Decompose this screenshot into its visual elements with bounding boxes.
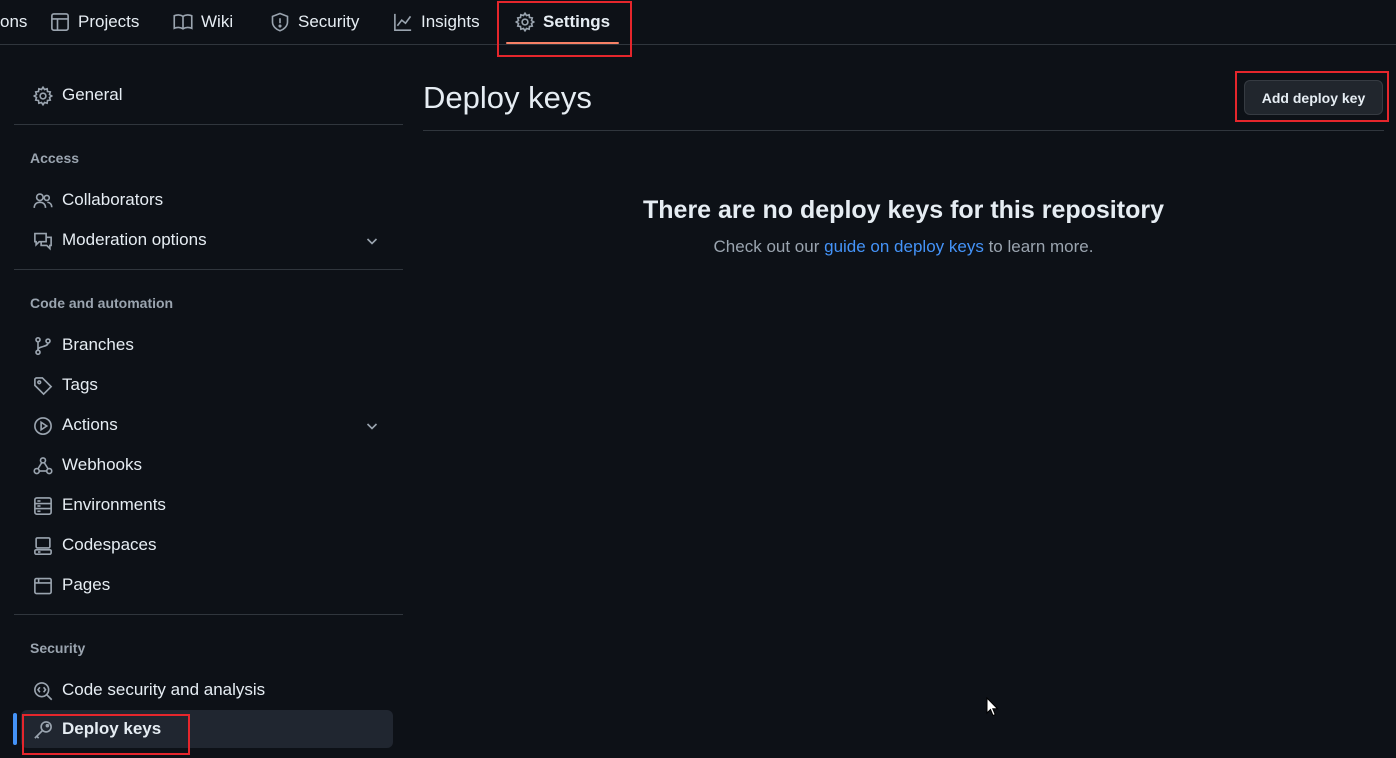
sidebar-heading-access: Access <box>30 150 80 166</box>
tab-label: Settings <box>543 12 611 31</box>
people-icon <box>32 190 53 211</box>
webhook-icon <box>32 455 53 476</box>
repo-nav: ons Projects Wiki Security Insights Sett… <box>0 0 1396 45</box>
gear-icon <box>515 12 535 32</box>
empty-state-title: There are no deploy keys for this reposi… <box>643 196 1164 224</box>
codespaces-icon <box>32 535 53 556</box>
comment-discussion-icon <box>32 230 53 251</box>
sidebar-item-label: Moderation options <box>62 230 207 249</box>
tab-label: Wiki <box>201 12 234 31</box>
codescan-icon <box>32 680 53 701</box>
graph-icon <box>394 13 412 31</box>
tab-wiki[interactable]: Wiki <box>173 0 233 44</box>
sidebar-item-branches[interactable]: Branches <box>14 326 394 364</box>
tab-settings[interactable]: Settings <box>515 0 610 44</box>
sidebar-item-moderation-options[interactable]: Moderation options <box>14 221 394 259</box>
empty-suffix: to learn more. <box>988 237 1094 256</box>
add-deploy-key-button[interactable]: Add deploy key <box>1244 80 1383 115</box>
active-tab-underline <box>506 42 619 44</box>
sidebar-item-label: Environments <box>62 495 166 514</box>
title-divider <box>423 130 1384 131</box>
git-branch-icon <box>32 335 53 356</box>
book-icon <box>173 14 193 30</box>
selected-indicator <box>13 713 17 745</box>
tab-insights[interactable]: Insights <box>393 0 480 44</box>
sidebar-item-label: Codespaces <box>62 535 157 554</box>
play-icon <box>32 415 53 436</box>
sidebar-divider <box>14 269 403 270</box>
browser-icon <box>32 575 53 596</box>
sidebar-item-label: Actions <box>62 415 118 434</box>
sidebar-item-actions[interactable]: Actions <box>14 406 394 444</box>
tab-label: Projects <box>78 12 140 31</box>
sidebar-item-tags[interactable]: Tags <box>14 366 394 404</box>
sidebar-item-label: General <box>62 85 123 104</box>
sidebar-item-label: Deploy keys <box>62 719 162 738</box>
sidebar-item-deploy-keys[interactable]: Deploy keys <box>21 710 393 748</box>
tab-label: Insights <box>421 12 480 31</box>
sidebar-item-label: Branches <box>62 335 134 354</box>
sidebar-item-environments[interactable]: Environments <box>14 486 394 524</box>
deploy-keys-guide-link[interactable]: guide on deploy keys <box>824 237 984 256</box>
empty-state-message: Check out our guide on deploy keys to le… <box>423 237 1384 257</box>
page-title: Deploy keys <box>423 80 592 115</box>
sidebar-item-label: Pages <box>62 575 111 594</box>
sidebar-item-code-security[interactable]: Code security and analysis <box>14 671 394 709</box>
sidebar-item-collaborators[interactable]: Collaborators <box>14 181 394 219</box>
server-icon <box>32 495 53 516</box>
shield-icon <box>271 12 289 32</box>
sidebar-item-label: Webhooks <box>62 455 143 474</box>
tab-actions-truncated[interactable]: ons <box>0 0 27 44</box>
sidebar-item-pages[interactable]: Pages <box>14 566 394 604</box>
gear-icon <box>32 85 53 106</box>
sidebar-heading-security: Security <box>30 640 86 656</box>
sidebar-item-general[interactable]: General <box>14 76 394 114</box>
chevron-down-icon[interactable] <box>364 418 380 434</box>
sidebar-item-label: Code security and analysis <box>62 680 266 699</box>
key-icon <box>32 719 53 740</box>
tab-label: ons <box>0 12 28 31</box>
tab-label: Security <box>298 12 360 31</box>
tab-projects[interactable]: Projects <box>50 0 139 44</box>
sidebar-divider <box>14 614 403 615</box>
tag-icon <box>32 375 53 396</box>
table-icon <box>51 13 69 31</box>
empty-prefix: Check out our <box>713 237 820 256</box>
chevron-down-icon[interactable] <box>364 233 380 249</box>
sidebar-item-label: Tags <box>62 375 98 394</box>
sidebar-item-label: Collaborators <box>62 190 164 209</box>
sidebar-heading-code-automation: Code and automation <box>30 295 174 311</box>
sidebar-divider <box>14 124 403 125</box>
sidebar-item-codespaces[interactable]: Codespaces <box>14 526 394 564</box>
mouse-cursor-icon <box>986 697 999 717</box>
tab-security[interactable]: Security <box>270 0 359 44</box>
sidebar-item-webhooks[interactable]: Webhooks <box>14 446 394 484</box>
